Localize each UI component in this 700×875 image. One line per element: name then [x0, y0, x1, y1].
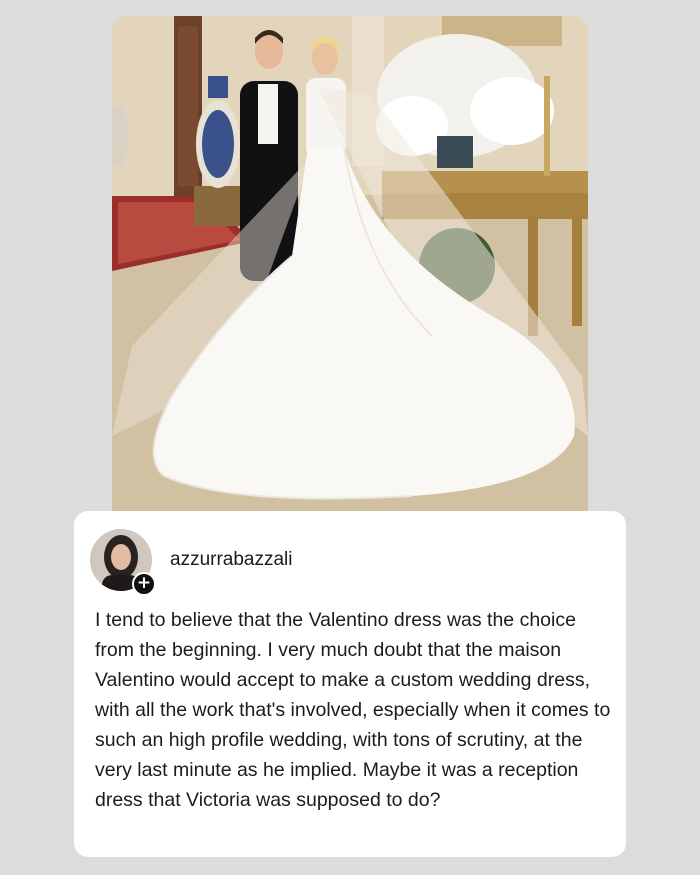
avatar[interactable]: + [90, 529, 156, 596]
plus-icon[interactable]: + [132, 572, 156, 596]
comment-text: I tend to believe that the Valentino dre… [95, 609, 611, 811]
comment-card: + azzurrabazzali I tend to believe that … [74, 511, 626, 857]
wedding-photo[interactable] [112, 16, 588, 512]
username[interactable]: azzurrabazzali [170, 549, 293, 571]
